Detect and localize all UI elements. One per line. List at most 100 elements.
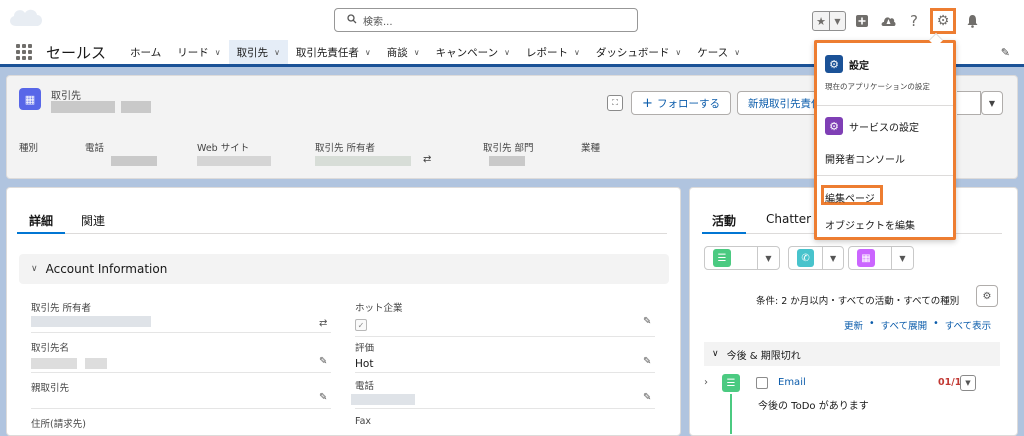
- nav-item-home[interactable]: ホーム: [122, 40, 169, 64]
- record-name-redacted: [51, 101, 115, 113]
- field-label-account-name: 取引先名: [31, 343, 70, 354]
- tab-related[interactable]: 関連: [69, 212, 117, 234]
- nav-item-opportunities[interactable]: 商談 ∨: [379, 40, 428, 64]
- hierarchy-icon[interactable]: ⛶: [607, 95, 623, 111]
- task-icon: ☰: [713, 249, 731, 267]
- trailhead-icon[interactable]: [878, 11, 898, 31]
- field-label-phone: 電話: [355, 381, 375, 392]
- setup-dropdown-menu: ⚙ 設定 現在のアプリケーションの設定 ⚙ サービスの設定 開発者コンソール 編…: [814, 32, 956, 240]
- favorites-group[interactable]: ★ ▼: [812, 11, 846, 31]
- detail-tabs: 詳細 関連: [17, 212, 667, 234]
- log-call-button[interactable]: ✆ ▼: [788, 246, 844, 270]
- account-object-icon: ▦: [19, 88, 41, 110]
- task-menu-chevron-icon[interactable]: ▼: [960, 375, 976, 391]
- expand-all-link[interactable]: すべて展開: [881, 318, 927, 332]
- change-owner-icon[interactable]: ⇄: [423, 154, 431, 165]
- action-button[interactable]: [957, 91, 981, 115]
- nav-item-dashboards[interactable]: ダッシュボード ∨: [588, 40, 689, 64]
- search-placeholder: 検索...: [363, 16, 393, 28]
- menu-item-developer-console[interactable]: 開発者コンソール: [825, 151, 905, 166]
- task-icon: ☰: [722, 374, 740, 392]
- field-value-rating: Hot: [355, 358, 374, 370]
- tab-chatter[interactable]: Chatter: [756, 212, 821, 234]
- setup-gear-icon: ⚙: [825, 55, 843, 73]
- chevron-down-icon: ∨: [573, 47, 580, 57]
- service-gear-icon: ⚙: [825, 117, 843, 135]
- chevron-down-icon: ∨: [31, 264, 38, 274]
- chevron-down-icon: ∨: [274, 47, 280, 57]
- nav-item-cases[interactable]: ケース ∨: [689, 40, 748, 64]
- nav-item-contacts[interactable]: 取引先責任者 ∨: [288, 40, 379, 64]
- task-subject-link[interactable]: Email: [778, 377, 806, 388]
- highlight-value-website: [197, 156, 271, 166]
- highlight-value-phone: [111, 156, 157, 166]
- menu-item-edit-object[interactable]: オブジェクトを編集: [825, 217, 915, 232]
- refresh-link[interactable]: 更新: [844, 318, 863, 332]
- nav-item-accounts[interactable]: 取引先 ∨: [228, 40, 288, 67]
- highlight-value-division: [489, 156, 525, 166]
- field-label-hot-account: ホット企業: [355, 303, 403, 314]
- edit-nav-pencil-icon[interactable]: ✎: [1001, 46, 1010, 59]
- edit-pencil-icon[interactable]: ✎: [643, 392, 651, 403]
- field-label-parent-account: 親取引先: [31, 383, 70, 394]
- chevron-down-icon: ∨: [734, 47, 741, 57]
- new-event-button[interactable]: ▦ ▼: [848, 246, 914, 270]
- activity-filter-text: 条件: 2 か月以内・すべての活動・すべての種別: [756, 296, 960, 307]
- upcoming-overdue-section[interactable]: ∨ 今後 & 期限切れ: [704, 342, 1000, 366]
- new-task-button[interactable]: ☰ ▼: [704, 246, 780, 270]
- highlight-label-owner: 取引先 所有者: [315, 143, 376, 154]
- view-all-link[interactable]: すべて表示: [945, 318, 991, 332]
- chevron-down-icon: ▼: [822, 247, 843, 269]
- section-account-information[interactable]: ∨ Account Information: [19, 254, 669, 284]
- highlight-label-phone: 電話: [85, 143, 105, 154]
- object-type-label: 取引先: [51, 91, 81, 102]
- detail-card: 詳細 関連 ∨ Account Information 取引先 所有者 ⇄ 取引…: [6, 187, 681, 436]
- nav-item-leads[interactable]: リード ∨: [169, 40, 228, 64]
- add-icon[interactable]: [852, 11, 872, 31]
- tab-details[interactable]: 詳細: [17, 212, 66, 234]
- chevron-down-icon[interactable]: ▼: [829, 12, 845, 30]
- highlight-label-type: 種別: [19, 143, 39, 154]
- change-owner-icon[interactable]: ⇄: [319, 318, 327, 329]
- salesforce-logo-icon[interactable]: [6, 4, 46, 32]
- edit-pencil-icon[interactable]: ✎: [643, 316, 651, 327]
- chevron-down-icon: ∨: [504, 47, 510, 57]
- edit-pencil-icon[interactable]: ✎: [319, 356, 327, 367]
- chevron-down-icon: ∨: [675, 47, 682, 57]
- global-search-input[interactable]: 検索...: [334, 8, 638, 32]
- nav-item-campaigns[interactable]: キャンペーン ∨: [428, 40, 518, 64]
- record-name-redacted: [121, 101, 151, 113]
- field-label-fax: Fax: [355, 416, 372, 427]
- nav-item-reports[interactable]: レポート ∨: [518, 40, 588, 64]
- chevron-down-icon: ∨: [413, 47, 420, 57]
- highlight-label-website: Web サイト: [197, 143, 250, 154]
- task-complete-checkbox[interactable]: [756, 377, 768, 389]
- field-value-account-name: [85, 358, 107, 369]
- setup-subtitle: 現在のアプリケーションの設定: [825, 82, 930, 91]
- upcoming-label: 今後 & 期限切れ: [726, 350, 801, 362]
- menu-item-edit-page[interactable]: 編集ページ: [825, 190, 875, 205]
- app-launcher-icon[interactable]: [16, 43, 34, 61]
- star-icon[interactable]: ★: [813, 12, 829, 30]
- filter-gear-icon[interactable]: ⚙: [976, 285, 998, 307]
- edit-pencil-icon[interactable]: ✎: [319, 392, 327, 403]
- setup-gear-icon[interactable]: ⚙: [930, 8, 956, 34]
- expand-chevron-icon[interactable]: ›: [704, 377, 708, 388]
- chevron-down-icon: ∨: [712, 349, 719, 359]
- hot-account-checkbox: ✓: [355, 319, 367, 331]
- menu-item-setup[interactable]: ⚙ 設定: [825, 55, 869, 73]
- help-icon[interactable]: ?: [904, 11, 924, 31]
- call-icon: ✆: [797, 249, 815, 267]
- field-label-billing-address: 住所(請求先): [31, 419, 86, 430]
- tab-activity[interactable]: 活動: [702, 212, 747, 234]
- menu-item-service-setup[interactable]: ⚙ サービスの設定: [825, 117, 919, 135]
- field-label-rating: 評価: [355, 343, 375, 354]
- chevron-down-icon: ▼: [757, 247, 779, 269]
- edit-pencil-icon[interactable]: ✎: [643, 356, 651, 367]
- follow-button[interactable]: + フォローする: [631, 91, 731, 115]
- chevron-down-icon: ∨: [214, 47, 221, 57]
- bell-icon[interactable]: [962, 11, 982, 31]
- chevron-down-icon: ∨: [364, 47, 371, 57]
- more-actions-chevron-icon[interactable]: ▼: [981, 91, 1003, 115]
- field-value-owner: [31, 316, 151, 327]
